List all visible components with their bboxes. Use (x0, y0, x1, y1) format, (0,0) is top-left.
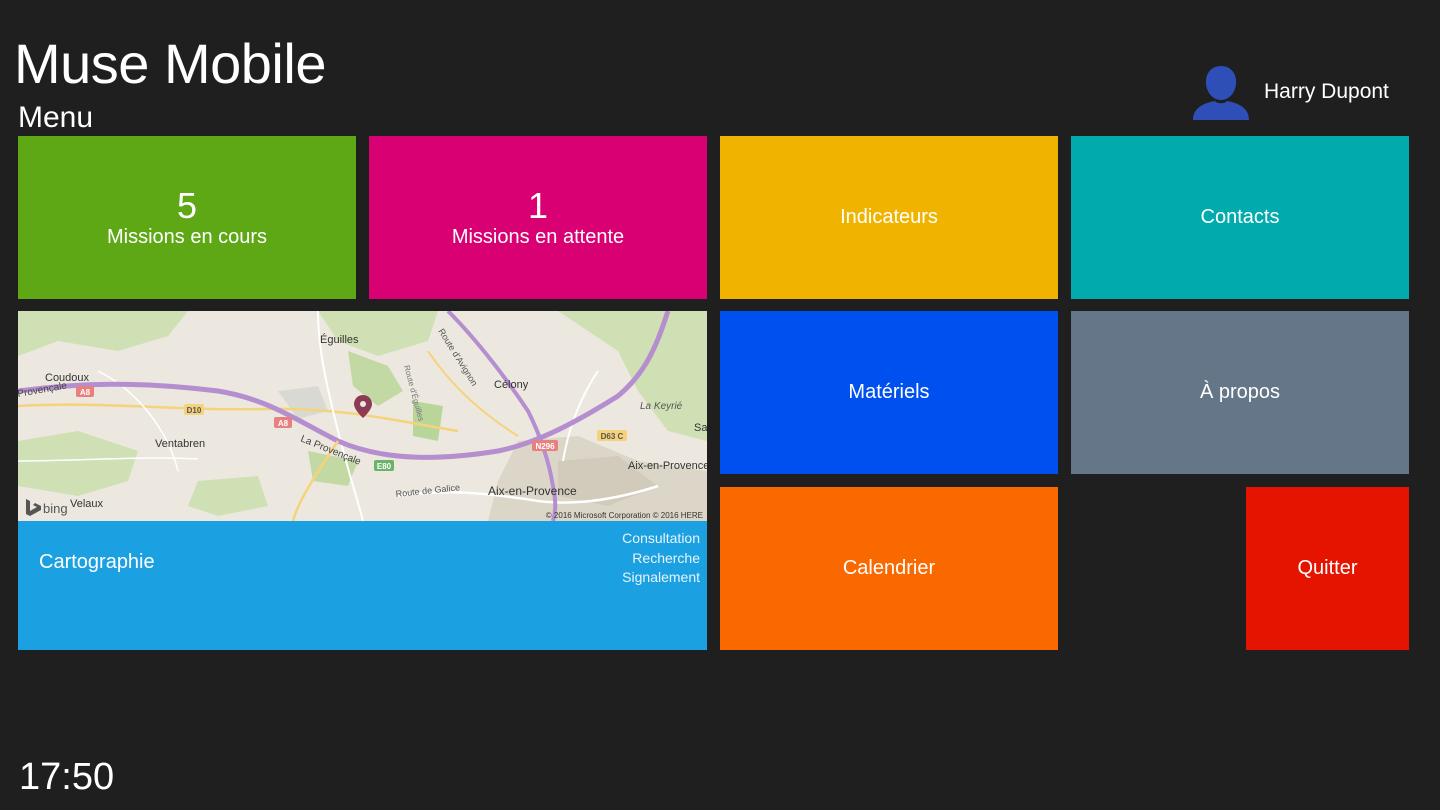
cartographie-link-consultation[interactable]: Consultation (622, 529, 700, 549)
map-place: Ventabren (155, 438, 205, 450)
cartographie-label: Cartographie (39, 551, 155, 573)
page-subtitle: Menu (18, 101, 94, 134)
missions-en-cours-tile[interactable]: 5 Missions en cours (18, 136, 356, 299)
missions-en-attente-label: Missions en attente (451, 226, 625, 248)
calendrier-label: Calendrier (842, 557, 936, 579)
map-place: Aix-en-Provence (628, 460, 707, 472)
materiels-label: Matériels (848, 381, 930, 403)
cartographie-tile[interactable]: A8 D10 A8 E80 N296 D63 C Éguilles Coudou… (18, 311, 707, 650)
map-shield: D10 (187, 406, 202, 415)
missions-en-cours-label: Missions en cours (106, 226, 268, 248)
map-attribution: © 2016 Microsoft Corporation © 2016 HERE (546, 511, 703, 520)
a-propos-label: À propos (1199, 381, 1281, 403)
materiels-tile[interactable]: Matériels (720, 311, 1058, 474)
missions-en-attente-count: 1 (527, 185, 549, 226)
missions-en-attente-tile[interactable]: 1 Missions en attente (369, 136, 707, 299)
map-place: La Keyrié (640, 401, 683, 412)
map-place: Aix-en-Provence (488, 484, 577, 498)
contacts-tile[interactable]: Contacts (1071, 136, 1409, 299)
app-title: Muse Mobile (14, 32, 326, 95)
map-shield: A8 (80, 388, 91, 397)
user-profile[interactable]: Harry Dupont (1190, 64, 1389, 120)
map-place: Éguilles (320, 333, 359, 346)
map-shield: D63 C (601, 432, 624, 441)
quitter-label: Quitter (1297, 557, 1358, 579)
a-propos-tile[interactable]: À propos (1071, 311, 1409, 474)
bing-wordmark: bing (43, 501, 68, 516)
map-preview: A8 D10 A8 E80 N296 D63 C Éguilles Coudou… (18, 311, 707, 521)
quitter-tile[interactable]: Quitter (1246, 487, 1409, 650)
cartographie-links: Consultation Recherche Signalement (622, 529, 700, 588)
map-place: Sai (694, 422, 707, 434)
clock-time: 17:50 (19, 756, 115, 798)
missions-en-cours-count: 5 (176, 185, 198, 226)
cartographie-link-recherche[interactable]: Recherche (622, 549, 700, 569)
user-name: Harry Dupont (1264, 80, 1389, 103)
map-place: Velaux (70, 498, 104, 510)
indicateurs-label: Indicateurs (840, 206, 938, 228)
user-icon (1193, 66, 1249, 120)
map-shield: A8 (278, 419, 289, 428)
map-place: Célony (494, 379, 529, 391)
contacts-label: Contacts (1200, 206, 1280, 228)
calendrier-tile[interactable]: Calendrier (720, 487, 1058, 650)
map-shield: E80 (377, 462, 392, 471)
indicateurs-tile[interactable]: Indicateurs (720, 136, 1058, 299)
cartographie-link-signalement[interactable]: Signalement (622, 568, 700, 588)
map-shield: N296 (535, 442, 555, 451)
